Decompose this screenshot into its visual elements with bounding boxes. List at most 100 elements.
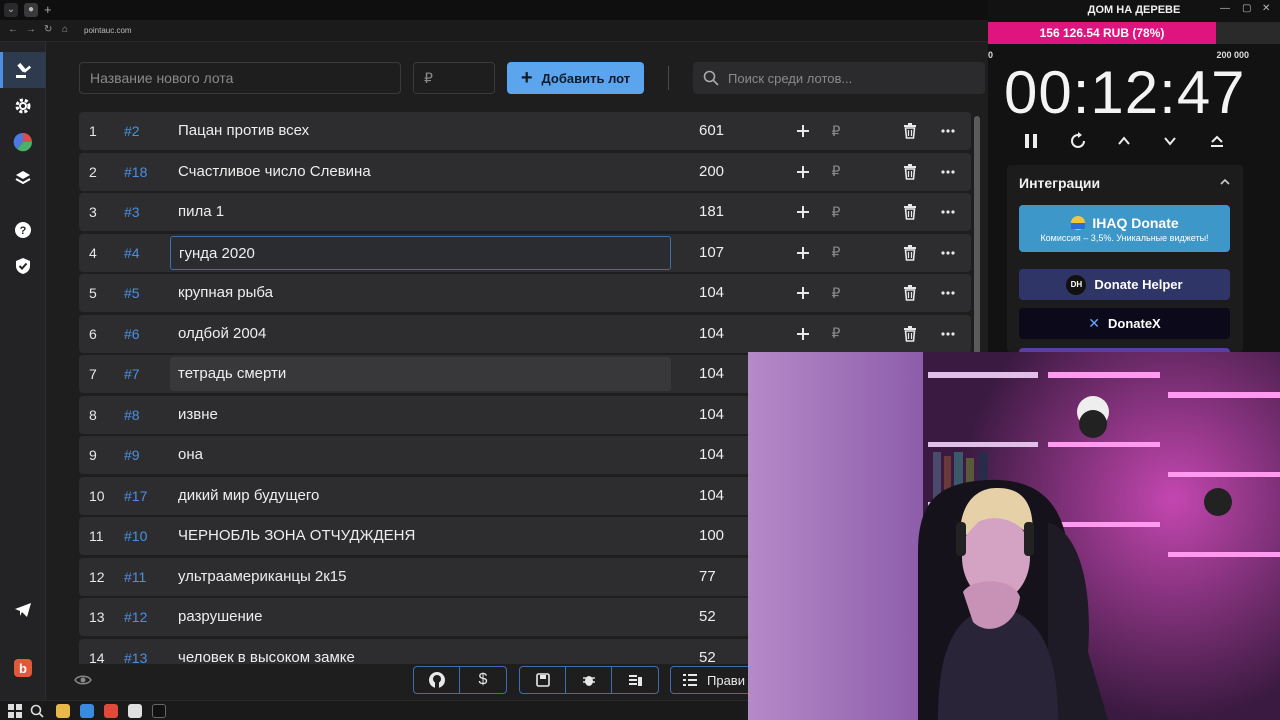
new-tab-icon[interactable]: + (44, 2, 52, 17)
search-taskbar-icon[interactable] (30, 704, 44, 718)
clear-list-button[interactable] (612, 667, 658, 693)
lot-name-field[interactable]: тетрадь смерти (170, 357, 671, 391)
add-amount-button[interactable] (793, 153, 813, 191)
more-options-button[interactable] (937, 193, 959, 231)
lot-name-field[interactable]: Счастливое число Слевина (170, 155, 671, 189)
more-options-button[interactable] (937, 112, 959, 150)
sidebar-item-wheel[interactable] (0, 124, 46, 160)
save-button[interactable] (520, 667, 566, 693)
github-button[interactable] (414, 667, 460, 693)
maximize-icon[interactable]: ▢ (1242, 3, 1251, 14)
lot-id-link[interactable]: #3 (124, 193, 140, 231)
lot-id-link[interactable]: #5 (124, 274, 140, 312)
sidebar-item-layers[interactable] (0, 160, 46, 196)
lot-name-field[interactable]: человек в высоком замке (170, 641, 671, 665)
add-amount-button[interactable] (793, 112, 813, 150)
lot-id-link[interactable]: #13 (124, 639, 147, 665)
add-amount-button[interactable] (793, 234, 813, 272)
lot-id-link[interactable]: #9 (124, 436, 140, 474)
home-icon[interactable]: ⌂ (62, 24, 68, 35)
more-options-button[interactable] (937, 274, 959, 312)
delete-lot-button[interactable] (901, 234, 919, 272)
lot-name-field[interactable]: Пацан против всех (170, 114, 671, 148)
app-icon-1[interactable] (80, 704, 94, 718)
bug-report-button[interactable] (566, 667, 612, 693)
start-icon[interactable] (8, 704, 22, 718)
forward-icon[interactable]: → (26, 24, 36, 35)
sidebar-item-help[interactable]: ? (0, 212, 46, 248)
lot-name-field[interactable]: ультраамериканцы 2к15 (170, 560, 671, 594)
delete-lot-button[interactable] (901, 274, 919, 312)
lot-name-field[interactable]: извне (170, 398, 671, 432)
back-icon[interactable]: ← (8, 24, 18, 35)
rub-amount-button[interactable]: ₽ (828, 193, 844, 231)
timer-up-button[interactable] (1112, 128, 1136, 154)
lot-id-link[interactable]: #17 (124, 477, 147, 515)
eye-icon[interactable] (74, 673, 92, 687)
sidebar-item-settings[interactable] (0, 88, 46, 124)
more-options-button[interactable] (937, 153, 959, 191)
rules-button[interactable]: Прави (670, 666, 760, 694)
donate-helper-button[interactable]: DH Donate Helper (1019, 269, 1230, 300)
rub-amount-button[interactable]: ₽ (828, 315, 844, 353)
lot-name-field[interactable]: разрушение (170, 600, 671, 634)
lot-name-field[interactable]: пила 1 (170, 195, 671, 229)
lot-name-input[interactable]: Название нового лота (79, 62, 401, 94)
more-options-button[interactable] (937, 315, 959, 353)
donatex-button[interactable]: ✕ DonateX (1019, 308, 1230, 339)
lot-id-link[interactable]: #18 (124, 153, 147, 191)
reset-timer-button[interactable] (1066, 128, 1090, 154)
rub-amount-button[interactable]: ₽ (828, 153, 844, 191)
folder-app-icon[interactable] (56, 704, 70, 718)
sidebar-item-brand[interactable]: b (0, 650, 46, 686)
lot-name-field[interactable]: дикий мир будущего (170, 479, 671, 513)
search-input[interactable]: Поиск среди лотов... (693, 62, 985, 94)
sidebar-item-auction[interactable] (0, 52, 46, 88)
minimize-icon[interactable]: — (1220, 3, 1230, 14)
amount-input[interactable]: ₽ (413, 62, 495, 94)
lot-name-field[interactable]: олдбой 2004 (170, 317, 671, 351)
active-tab[interactable]: ● (24, 3, 38, 17)
timer-down-button[interactable] (1158, 128, 1182, 154)
lot-id-link[interactable]: #11 (124, 558, 146, 596)
lot-name-field[interactable]: ЧЕРНОБЛЬ ЗОНА ОТЧУДЖДЕНЯ (170, 519, 671, 553)
close-icon[interactable]: ✕ (1262, 3, 1270, 14)
list-scrollbar[interactable] (974, 116, 980, 356)
app-icon-3[interactable] (152, 704, 166, 718)
rub-amount-button[interactable]: ₽ (828, 234, 844, 272)
reload-icon[interactable]: ↻ (44, 24, 52, 35)
add-amount-button[interactable] (793, 315, 813, 353)
lot-id-link[interactable]: #10 (124, 517, 147, 555)
ihaq-donate-button[interactable]: IHAQ Donate Комиссия – 3,5%. Уникальные … (1019, 205, 1230, 252)
lot-id-link[interactable]: #4 (124, 234, 140, 272)
delete-lot-button[interactable] (901, 193, 919, 231)
sidebar-item-telegram[interactable] (0, 592, 46, 628)
rub-amount-button[interactable]: ₽ (828, 274, 844, 312)
lot-id-link[interactable]: #6 (124, 315, 140, 353)
delete-lot-button[interactable] (901, 112, 919, 150)
more-options-button[interactable] (937, 234, 959, 272)
lot-name-field[interactable]: крупная рыба (170, 276, 671, 310)
lot-name-field[interactable]: она (170, 438, 671, 472)
delete-lot-button[interactable] (901, 153, 919, 191)
pause-button[interactable] (1019, 128, 1043, 154)
add-lot-button[interactable]: + Добавить лот (507, 62, 644, 94)
delete-lot-button[interactable] (901, 315, 919, 353)
add-amount-button[interactable] (793, 193, 813, 231)
app-icon-2[interactable] (128, 704, 142, 718)
tab-menu-icon[interactable]: ⌄ (4, 3, 18, 17)
timer-max-button[interactable] (1205, 128, 1229, 154)
lot-name-field[interactable]: гунда 2020 (170, 235, 671, 270)
lot-id-link[interactable]: #12 (124, 598, 147, 636)
lot-id-link[interactable]: #2 (124, 112, 140, 150)
lot-id-link[interactable]: #8 (124, 396, 140, 434)
more-dots-icon (941, 331, 955, 336)
rub-amount-button[interactable]: ₽ (828, 112, 844, 150)
sidebar-item-security[interactable] (0, 248, 46, 284)
donate-button[interactable]: $ (460, 667, 506, 693)
lot-id-link[interactable]: #7 (124, 355, 140, 393)
add-amount-button[interactable] (793, 274, 813, 312)
url-text[interactable]: pointauc.com (84, 24, 132, 38)
browser-app-icon[interactable] (104, 704, 118, 718)
collapse-chevron-icon[interactable] (1219, 177, 1231, 187)
